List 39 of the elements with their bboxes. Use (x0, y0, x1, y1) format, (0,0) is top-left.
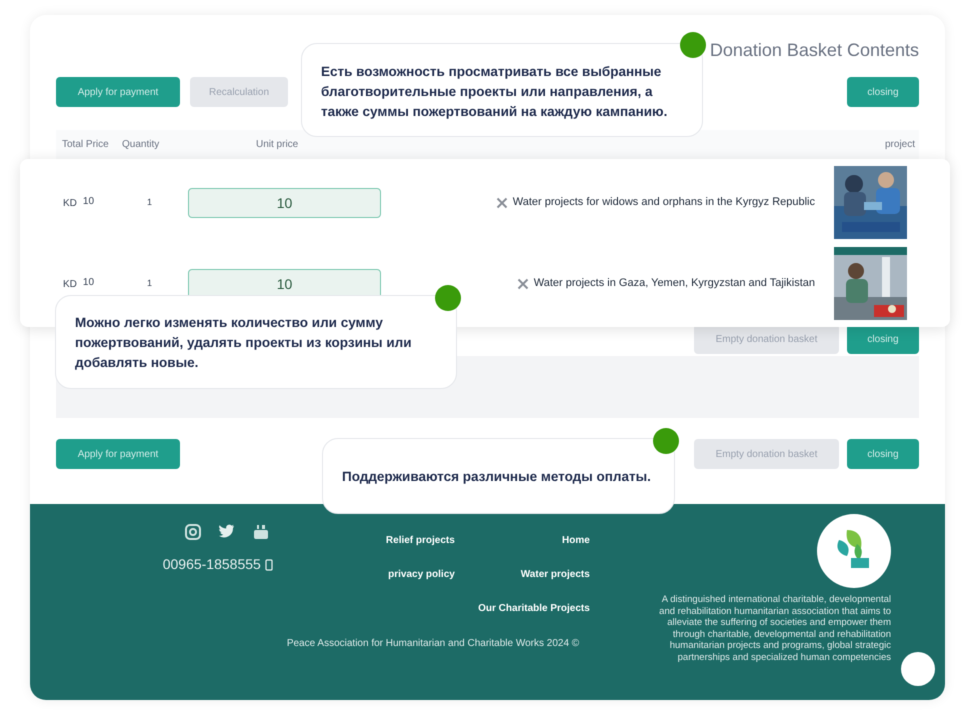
remove-icon[interactable] (496, 196, 508, 208)
currency-label: KD (63, 197, 77, 211)
footer-link[interactable]: Home (454, 534, 590, 548)
quantity-value: 1 (147, 196, 154, 209)
primary-button[interactable]: closing (847, 77, 919, 107)
footer-link[interactable]: privacy policy (272, 568, 455, 582)
column-header: project (884, 138, 916, 152)
primary-button[interactable]: Apply for payment (56, 439, 180, 469)
callout-text: Есть возможность просматривать все выбранные благотворительные проекты или направления, а также суммы пожертвований на каждую кампанию. (321, 63, 668, 121)
primary-button[interactable]: closing (847, 439, 919, 469)
page-title: Donation Basket Contents (710, 39, 919, 61)
project-name: Water projects in Gaza, Yemen, Kyrgyzstan and Tajikistan (534, 276, 815, 292)
instagram-icon[interactable] (184, 524, 201, 540)
secondary-button[interactable]: Empty donation basket (694, 439, 839, 469)
total-price: 10 (82, 276, 94, 290)
chat-button[interactable] (901, 652, 935, 686)
twitter-icon[interactable] (218, 524, 235, 538)
copyright-text: Peace Association for Humanitarian and Charitable Works 2024 © (286, 637, 580, 651)
remove-icon[interactable] (516, 278, 529, 290)
primary-button[interactable]: Apply for payment (56, 77, 180, 107)
secondary-button[interactable]: Recalculation (190, 77, 288, 107)
organization-description: A distinguished international charitable, developmental and rehabilitation humanitarian association that aims to alleviate the suffering of societies and empower them through charitable, developmental and rehabilitation humanitarian projects and programs, global strategic partnerships and specialized human competencies (658, 594, 891, 664)
quantity-value: 1 (147, 276, 154, 290)
phone-icon (264, 558, 273, 570)
total-price: 10 (82, 195, 94, 209)
footer-link[interactable]: Our Charitable Projects (478, 602, 590, 616)
footer-link[interactable]: Relief projects (272, 534, 455, 548)
secondary-button[interactable]: Empty donation basket (694, 324, 839, 354)
callout-text: Поддерживаются различные методы оплаты. (342, 468, 652, 486)
primary-button[interactable]: closing (847, 324, 919, 354)
currency-label: KD (63, 278, 77, 292)
footer-link[interactable]: Water projects (454, 568, 590, 582)
column-header: Unit price (256, 138, 300, 152)
phone-number: 00965-1858555 (162, 555, 261, 574)
column-header: Quantity (122, 138, 160, 152)
column-header: Total Price (61, 138, 110, 152)
callout-text: Можно легко изменять количество или сумму пожертвований, удалять проекты из корзины или добавлять новые. (75, 314, 412, 372)
amount-field[interactable]: 10 (188, 188, 381, 218)
project-name: Water projects for widows and orphans in the Kyrgyz Republic (512, 195, 815, 210)
